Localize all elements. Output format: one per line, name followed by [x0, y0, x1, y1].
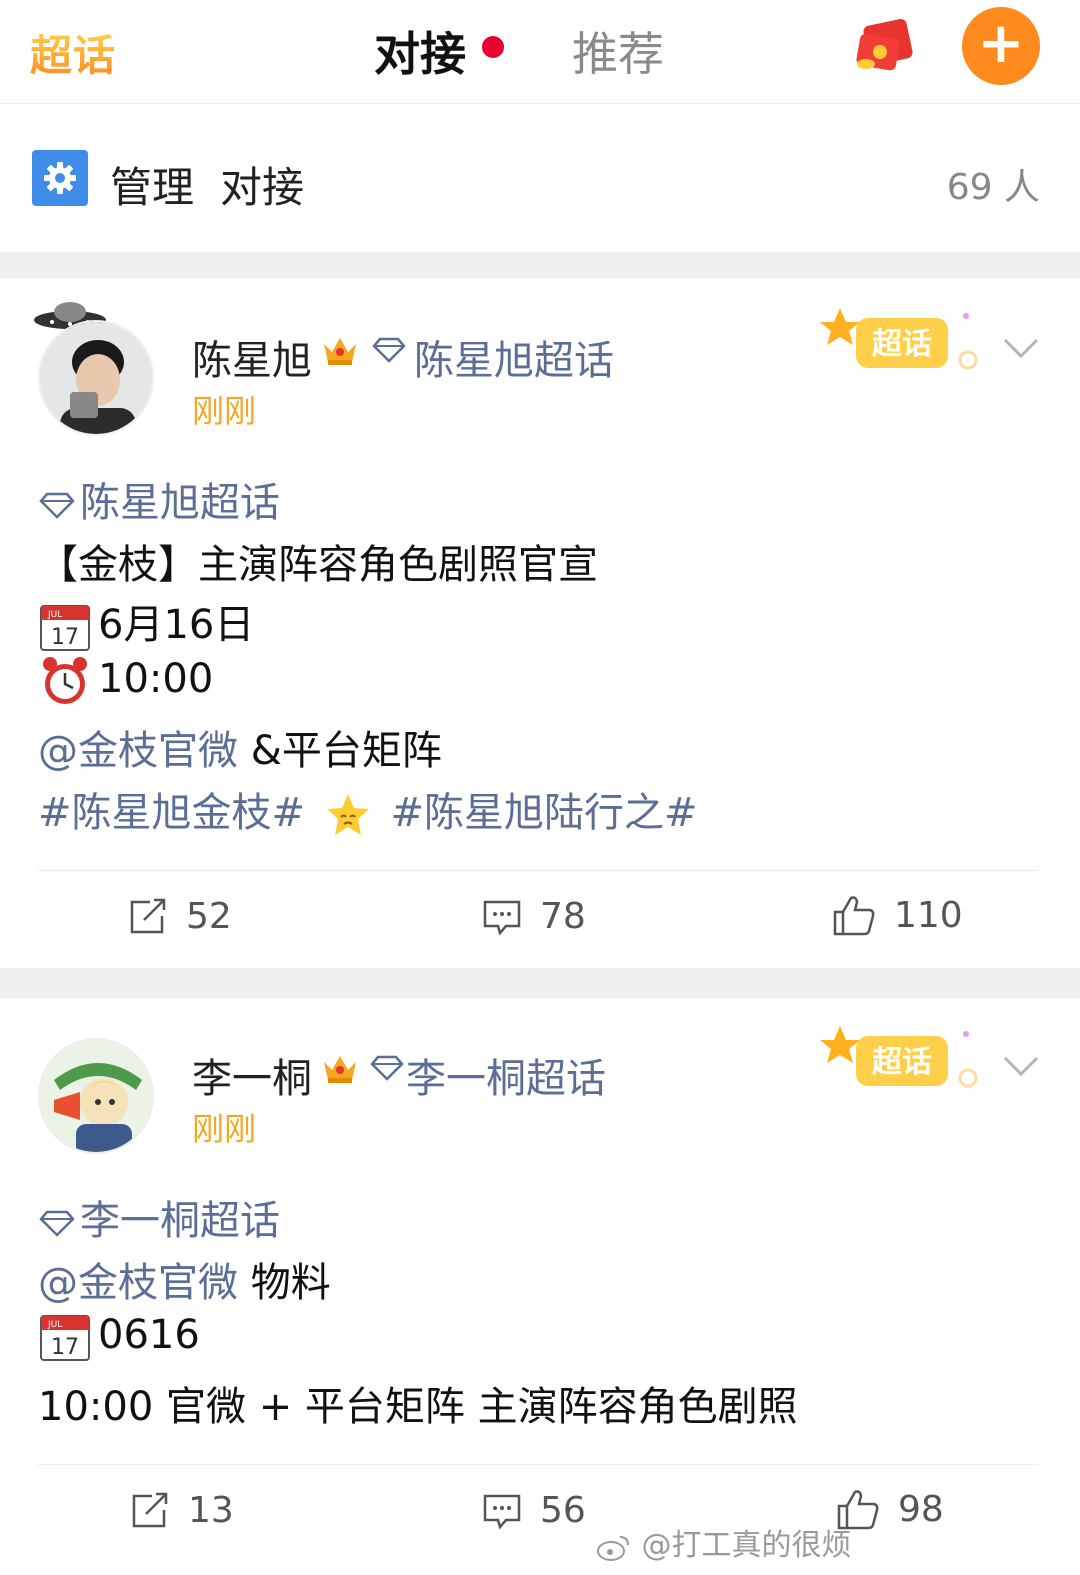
mention-line: @金枝官微 &平台矩阵 — [38, 718, 442, 776]
diamond-icon — [372, 337, 406, 363]
create-post-button[interactable]: + — [962, 7, 1040, 85]
calendar-icon: JUL 17 — [40, 605, 90, 651]
detail-line: 10:00 官微 + 平台矩阵 主演阵容角色剧照 — [38, 1384, 798, 1430]
event-date: 6月16日 — [98, 602, 255, 648]
chevron-down-icon[interactable] — [1002, 1054, 1040, 1078]
mention-suffix: 物料 — [238, 1260, 331, 1306]
top-bar: 超话 对接 推荐 + — [0, 0, 1080, 104]
hashtag-line: #陈星旭金枝# #陈星旭陆行之# — [38, 780, 698, 839]
supertopic-badge-icon: 超话 — [820, 308, 978, 370]
weibo-logo-icon — [597, 1535, 629, 1561]
repost-icon — [132, 1492, 168, 1527]
repost-icon — [130, 898, 166, 933]
post-title: 【金枝】主演阵容角色剧照官宣 — [38, 542, 598, 588]
date-line: JUL 17 0616 — [38, 1310, 200, 1364]
body-topic-line: 李一桐超话 — [38, 1188, 280, 1246]
post-card: 陈星旭 陈星旭超话 刚刚 超话 陈星旭超话 【金枝】主演阵容角色剧照官宣 JUL… — [0, 278, 1080, 968]
gear-icon — [32, 150, 88, 206]
diamond-icon — [370, 1055, 404, 1081]
star-face-emoji-icon — [326, 794, 369, 835]
comment-icon — [483, 900, 521, 936]
like-button[interactable]: 98 — [836, 1488, 944, 1530]
watermark: @打工真的很烦 — [596, 1520, 852, 1564]
avatar[interactable] — [38, 1038, 154, 1154]
date-line: JUL 17 6月16日 — [38, 592, 254, 654]
diamond-icon — [39, 1210, 75, 1237]
section-gap — [0, 968, 1080, 998]
chevron-down-icon[interactable] — [1002, 336, 1040, 360]
topic-link[interactable]: 陈星旭超话 — [414, 328, 614, 386]
like-count: 98 — [898, 1488, 944, 1530]
crown-icon — [324, 338, 356, 365]
like-button[interactable]: 110 — [832, 894, 963, 936]
avatar[interactable] — [38, 320, 154, 436]
comment-count: 78 — [540, 896, 586, 937]
supertopic-badge-icon: 超话 — [820, 1026, 978, 1088]
supertopic-logo[interactable]: 超话 — [30, 22, 116, 83]
hashtag-link[interactable]: #陈星旭陆行之# — [390, 790, 697, 836]
repost-button[interactable]: 52 — [128, 896, 232, 937]
post-time: 刚刚 — [192, 392, 257, 430]
topic-link[interactable]: 李一桐超话 — [406, 1046, 606, 1104]
comment-icon — [483, 1494, 521, 1530]
divider — [38, 1464, 1038, 1465]
hashtag-link[interactable]: #陈星旭金枝# — [38, 790, 305, 836]
badge-label: 超话 — [872, 1045, 932, 1080]
event-date: 0616 — [98, 1312, 200, 1358]
notification-dot — [482, 36, 504, 58]
red-packet-icon[interactable] — [852, 18, 916, 76]
calendar-month: JUL — [47, 1320, 62, 1330]
divider — [38, 870, 1038, 871]
post-time: 刚刚 — [192, 1110, 257, 1148]
repost-count: 52 — [186, 896, 232, 937]
body-topic-line: 陈星旭超话 — [38, 470, 280, 528]
calendar-day: 17 — [51, 1335, 79, 1360]
repost-button[interactable]: 13 — [130, 1490, 234, 1531]
body-topic-link[interactable]: 李一桐超话 — [80, 1198, 280, 1244]
time-line: 10:00 — [38, 654, 213, 708]
manage-row[interactable]: 管理 对接 69 人 — [0, 106, 1080, 252]
member-count: 69 人 — [946, 167, 1040, 208]
mention-link[interactable]: @金枝官微 — [38, 728, 238, 774]
post-card: 李一桐 李一桐超话 刚刚 超话 李一桐超话 @金枝官微 物料 JUL 17 06… — [0, 998, 1080, 1575]
like-count: 110 — [894, 894, 963, 936]
crown-icon — [324, 1056, 356, 1083]
badge-label: 超话 — [872, 327, 932, 362]
comment-button[interactable]: 56 — [482, 1490, 586, 1531]
tab-docking[interactable]: 对接 — [374, 18, 466, 88]
diamond-icon — [39, 492, 75, 519]
comment-button[interactable]: 78 — [482, 896, 586, 937]
section-gap — [0, 252, 1080, 278]
alarm-clock-icon — [43, 657, 87, 704]
mention-link[interactable]: @金枝官微 — [38, 1260, 238, 1306]
event-time: 10:00 — [98, 656, 214, 702]
supertopic-name: 对接 — [220, 163, 305, 212]
mention-suffix: &平台矩阵 — [238, 728, 442, 774]
author-name[interactable]: 陈星旭 — [192, 328, 312, 386]
manage-label: 管理 — [110, 163, 195, 212]
author-name[interactable]: 李一桐 — [192, 1046, 312, 1104]
calendar-month: JUL — [47, 610, 62, 620]
body-topic-link[interactable]: 陈星旭超话 — [80, 480, 280, 526]
calendar-icon: JUL 17 — [40, 1315, 90, 1361]
thumbs-up-icon — [833, 896, 875, 936]
calendar-day: 17 — [51, 625, 79, 650]
comment-count: 56 — [540, 1490, 586, 1531]
mention-line: @金枝官微 物料 — [38, 1250, 331, 1308]
repost-count: 13 — [188, 1490, 234, 1531]
tab-recommend[interactable]: 推荐 — [572, 18, 664, 84]
